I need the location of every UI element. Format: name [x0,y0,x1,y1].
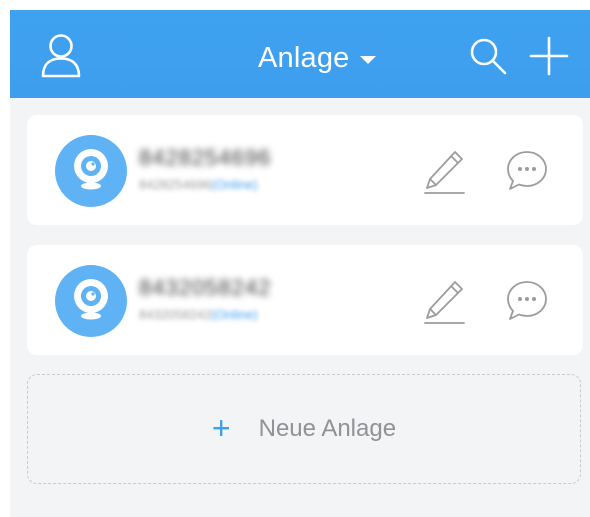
device-avatar [55,135,127,207]
location-selector[interactable]: Anlage [258,38,376,78]
person-icon [41,34,81,78]
device-subtitle: 8428254696(Online) [139,177,258,192]
camera-icon [74,279,108,320]
pencil-icon [424,281,465,324]
app-screen: Anlage 8428254696 8428254696(Online) 843… [10,10,590,517]
device-sub-id: 8432058242 [139,307,212,322]
chat-bubble-icon [507,281,547,320]
device-id: 8428254696 [139,145,272,170]
top-bar: Anlage [10,10,590,98]
device-avatar [55,265,127,337]
message-device-button[interactable] [505,149,549,193]
chevron-down-icon [359,56,376,64]
add-device-label: Neue Anlage [258,415,397,442]
device-card[interactable]: 8432058242 8432058242(Online) [27,245,583,355]
search-button[interactable] [468,36,508,76]
plus-icon: + [211,410,231,446]
device-subtitle: 8432058242(Online) [139,307,258,322]
message-device-button[interactable] [505,279,549,323]
device-sub-id: 8428254696 [139,177,212,192]
camera-icon [74,149,108,190]
page-title: Anlage [258,41,350,74]
profile-button[interactable] [40,33,82,79]
device-id: 8432058242 [139,275,272,300]
device-card[interactable]: 8428254696 8428254696(Online) [27,115,583,225]
edit-device-button[interactable] [422,279,466,325]
add-device-button[interactable]: + Neue Anlage [27,374,581,484]
edit-device-button[interactable] [422,149,466,195]
chat-bubble-icon [507,151,547,190]
add-button[interactable] [529,36,569,76]
plus-icon [529,36,569,76]
device-status: (Online) [211,177,258,192]
search-icon [470,38,507,75]
pencil-icon [424,151,465,194]
device-status: (Online) [211,307,258,322]
